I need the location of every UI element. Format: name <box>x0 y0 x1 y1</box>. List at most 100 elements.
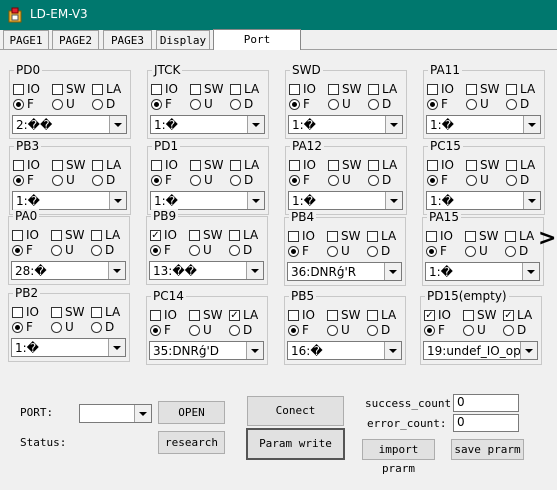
u-radio[interactable] <box>189 325 200 336</box>
chevron-down-icon[interactable] <box>108 262 125 279</box>
port-function-select[interactable]: 35:DNRǵ'D <box>149 341 264 360</box>
f-radio[interactable] <box>13 175 24 186</box>
chevron-down-icon[interactable] <box>247 116 264 133</box>
sw-checkbox[interactable] <box>465 231 476 242</box>
sw-checkbox[interactable] <box>328 84 339 95</box>
port-function-select[interactable]: 1:� <box>150 191 265 210</box>
port-function-select[interactable]: 19:undef_IO_opt <box>423 341 538 360</box>
la-checkbox[interactable] <box>367 310 378 321</box>
la-checkbox[interactable] <box>506 84 517 95</box>
u-radio[interactable] <box>465 246 476 257</box>
chevron-down-icon[interactable] <box>384 342 401 359</box>
chevron-down-icon[interactable] <box>523 116 540 133</box>
d-radio[interactable] <box>367 246 378 257</box>
f-radio[interactable] <box>151 99 162 110</box>
u-radio[interactable] <box>52 175 63 186</box>
error-count-field[interactable]: 0 <box>453 414 519 432</box>
sw-checkbox[interactable] <box>52 160 63 171</box>
chevron-down-icon[interactable] <box>108 339 125 356</box>
port-select[interactable] <box>79 404 152 423</box>
d-radio[interactable] <box>368 175 379 186</box>
chevron-down-icon[interactable] <box>134 405 151 422</box>
tab-page2[interactable]: PAGE2 <box>52 30 99 49</box>
sw-checkbox[interactable] <box>51 230 62 241</box>
f-radio[interactable] <box>288 246 299 257</box>
f-radio[interactable] <box>289 175 300 186</box>
port-function-select[interactable]: 1:� <box>425 262 540 281</box>
chevron-down-icon[interactable] <box>522 263 539 280</box>
d-radio[interactable] <box>506 175 517 186</box>
la-checkbox[interactable] <box>91 307 102 318</box>
la-checkbox[interactable]: ✓ <box>503 310 514 321</box>
io-checkbox[interactable] <box>13 160 24 171</box>
chevron-down-icon[interactable] <box>246 262 263 279</box>
success-count-field[interactable]: 0 <box>453 394 519 412</box>
d-radio[interactable] <box>367 325 378 336</box>
io-checkbox[interactable]: ✓ <box>150 230 161 241</box>
port-function-select[interactable]: 13:�� <box>149 261 264 280</box>
u-radio[interactable] <box>51 322 62 333</box>
u-radio[interactable] <box>327 325 338 336</box>
chevron-down-icon[interactable] <box>247 192 264 209</box>
open-button[interactable]: OPEN <box>158 401 225 424</box>
research-button[interactable]: research <box>158 431 225 454</box>
port-function-select[interactable]: 1:� <box>12 191 127 210</box>
tab-display[interactable]: Display <box>156 30 210 49</box>
f-radio[interactable] <box>427 175 438 186</box>
port-function-select[interactable]: 1:� <box>288 191 403 210</box>
la-checkbox[interactable] <box>229 230 240 241</box>
sw-checkbox[interactable] <box>328 160 339 171</box>
sw-checkbox[interactable] <box>327 310 338 321</box>
io-checkbox[interactable] <box>289 160 300 171</box>
param-write-button[interactable]: Param write <box>246 428 345 460</box>
d-radio[interactable] <box>92 99 103 110</box>
chevron-down-icon[interactable] <box>523 192 540 209</box>
sw-checkbox[interactable] <box>463 310 474 321</box>
port-function-select[interactable]: 2:�� <box>12 115 127 134</box>
f-radio[interactable] <box>13 99 24 110</box>
u-radio[interactable] <box>189 245 200 256</box>
la-checkbox[interactable] <box>92 160 103 171</box>
la-checkbox[interactable] <box>91 230 102 241</box>
io-checkbox[interactable] <box>150 310 161 321</box>
la-checkbox[interactable] <box>367 231 378 242</box>
u-radio[interactable] <box>327 246 338 257</box>
la-checkbox[interactable] <box>230 84 241 95</box>
d-radio[interactable] <box>368 99 379 110</box>
d-radio[interactable] <box>229 325 240 336</box>
d-radio[interactable] <box>505 246 516 257</box>
f-radio[interactable] <box>426 246 437 257</box>
sw-checkbox[interactable] <box>466 84 477 95</box>
f-radio[interactable] <box>424 325 435 336</box>
u-radio[interactable] <box>466 99 477 110</box>
sw-checkbox[interactable] <box>189 230 200 241</box>
port-function-select[interactable]: 28:� <box>11 261 126 280</box>
io-checkbox[interactable] <box>12 230 23 241</box>
f-radio[interactable] <box>288 325 299 336</box>
chevron-down-icon[interactable] <box>246 342 263 359</box>
d-radio[interactable] <box>230 175 241 186</box>
io-checkbox[interactable] <box>13 84 24 95</box>
u-radio[interactable] <box>51 245 62 256</box>
d-radio[interactable] <box>229 245 240 256</box>
port-function-select[interactable]: 1:� <box>150 115 265 134</box>
sw-checkbox[interactable] <box>189 310 200 321</box>
io-checkbox[interactable] <box>151 160 162 171</box>
io-checkbox[interactable] <box>288 310 299 321</box>
io-checkbox[interactable] <box>427 84 438 95</box>
io-checkbox[interactable] <box>288 231 299 242</box>
import-param-button[interactable]: import prarm <box>362 439 435 475</box>
chevron-down-icon[interactable] <box>109 192 126 209</box>
io-checkbox[interactable] <box>426 231 437 242</box>
io-checkbox[interactable] <box>427 160 438 171</box>
d-radio[interactable] <box>91 245 102 256</box>
f-radio[interactable] <box>151 175 162 186</box>
io-checkbox[interactable] <box>151 84 162 95</box>
sw-checkbox[interactable] <box>190 84 201 95</box>
port-function-select[interactable]: 36:DNRǵ'R <box>287 262 402 281</box>
u-radio[interactable] <box>52 99 63 110</box>
tab-page1[interactable]: PAGE1 <box>3 30 49 49</box>
f-radio[interactable] <box>427 99 438 110</box>
d-radio[interactable] <box>230 99 241 110</box>
chevron-down-icon[interactable] <box>385 116 402 133</box>
